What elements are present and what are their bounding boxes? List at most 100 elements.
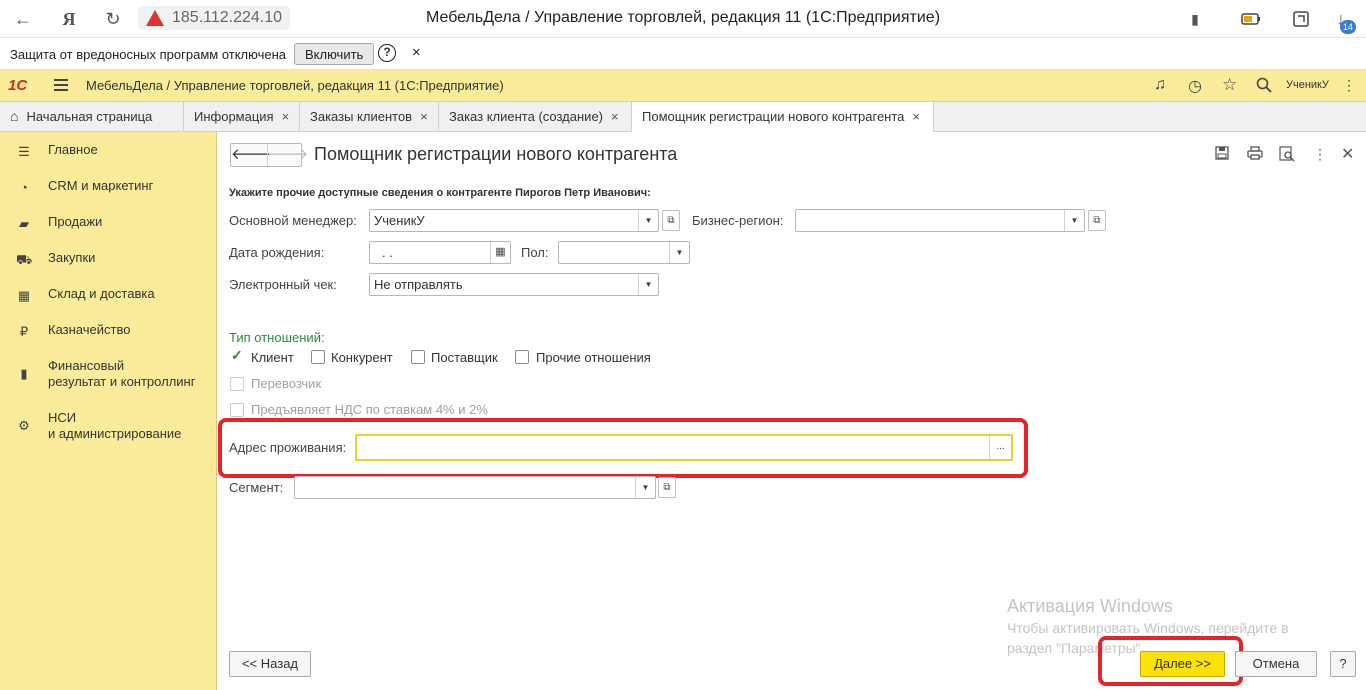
sidebar: ☰ Главное ◔ CRM и маркетинг ▰ Продажи ⛟ …: [0, 132, 217, 690]
region-field[interactable]: ▼: [795, 209, 1085, 232]
close-form-icon[interactable]: ✕: [1341, 144, 1354, 164]
form-area: 🡐 🡒 Помощник регистрации нового контраге…: [217, 132, 1366, 690]
bell-icon[interactable]: ♫: [1154, 76, 1166, 94]
carrier-label: Перевозчик: [251, 376, 322, 391]
tab-assistant[interactable]: Помощник регистрации нового контрагента ×: [632, 102, 934, 133]
supplier-checkbox[interactable]: [411, 350, 425, 364]
print-icon[interactable]: [1247, 146, 1263, 163]
bookmark-icon[interactable]: ▮: [1184, 8, 1206, 30]
birth-label: Дата рождения:: [229, 245, 325, 260]
highlight-box: [218, 418, 1028, 478]
client-checkbox[interactable]: ✓: [230, 347, 244, 364]
star-icon[interactable]: ☆: [1222, 75, 1237, 95]
help-button[interactable]: ?: [1330, 651, 1356, 677]
birth-date-field[interactable]: . . ▦: [369, 241, 511, 264]
search-icon[interactable]: [1256, 77, 1272, 96]
save-icon[interactable]: [1215, 146, 1229, 163]
menu-icon[interactable]: [54, 79, 68, 91]
close-icon[interactable]: ×: [420, 109, 428, 124]
tab-bar: ⌂ Начальная страница Информация × Заказы к…: [0, 102, 1366, 133]
other-checkbox[interactable]: [515, 350, 529, 364]
calendar-icon[interactable]: ▦: [490, 242, 510, 263]
open-icon[interactable]: ⧉: [1088, 210, 1106, 231]
gender-field[interactable]: ▼: [558, 241, 690, 264]
sidebar-item-main[interactable]: ☰ Главное: [0, 136, 217, 166]
cancel-button[interactable]: Отмена: [1235, 651, 1317, 677]
chevron-down-icon[interactable]: ▼: [638, 210, 658, 231]
1c-logo: 1С: [8, 77, 28, 94]
menu-lines-icon: ☰: [18, 144, 30, 159]
supplier-label: Поставщик: [431, 350, 498, 365]
chevron-down-icon[interactable]: ▼: [1064, 210, 1084, 231]
gender-label: Пол:: [521, 245, 549, 260]
back-button[interactable]: << Назад: [229, 651, 311, 677]
form-title: Помощник регистрации нового контрагента: [314, 144, 678, 164]
manager-field[interactable]: УченикУ ▼: [369, 209, 659, 232]
tab-info[interactable]: Информация ×: [184, 102, 300, 132]
segment-label: Сегмент:: [229, 480, 284, 495]
battery-icon[interactable]: [1240, 8, 1262, 30]
find-icon[interactable]: [1279, 146, 1295, 165]
region-label: Бизнес-регион:: [692, 213, 784, 228]
close-icon[interactable]: ×: [611, 109, 619, 124]
nav-buttons: 🡐 🡒: [230, 143, 308, 167]
relations-label: Тип отношений:: [229, 330, 325, 345]
close-icon[interactable]: ×: [282, 109, 290, 124]
activation-title: Активация Windows: [1007, 596, 1173, 616]
other-label: Прочие отношения: [536, 350, 651, 365]
receipt-label: Электронный чек:: [229, 277, 337, 292]
activation-line1: Чтобы активировать Windows, перейдите в: [1007, 620, 1289, 636]
sidebar-item-warehouse[interactable]: ▦ Склад и доставка: [0, 280, 217, 310]
nav-back-icon[interactable]: 🡐: [231, 144, 271, 166]
user-name[interactable]: УченикУ: [1286, 79, 1329, 91]
browser-title: МебельДела / Управление торговлей, редак…: [425, 9, 941, 26]
more-icon[interactable]: ⋮: [1313, 146, 1327, 163]
gear-icon: ⚙: [18, 418, 30, 433]
client-label: Клиент: [251, 350, 294, 365]
vat-label: Предъявляет НДС по ставкам 4% и 2%: [251, 402, 488, 417]
grid-icon: ▦: [17, 288, 31, 303]
open-icon[interactable]: ⧉: [662, 210, 680, 231]
security-notice: Защита от вредоносных программ отключена…: [0, 38, 1366, 70]
close-icon[interactable]: ×: [912, 109, 920, 124]
sidebar-item-admin[interactable]: ⚙ НСИ и администрирование: [0, 404, 217, 444]
chevron-down-icon[interactable]: ▼: [635, 477, 655, 498]
tab-order-create[interactable]: Заказ клиента (создание) ×: [439, 102, 632, 132]
more-icon[interactable]: ⋮: [1342, 77, 1356, 94]
sidebar-item-sales[interactable]: ▰ Продажи: [0, 208, 217, 238]
bag-icon: ▰: [19, 216, 29, 231]
vat-checkbox[interactable]: [230, 403, 244, 417]
pie-chart-icon: ◔: [20, 180, 28, 195]
form-header: Укажите прочие доступные сведения о конт…: [229, 187, 651, 199]
tab-home[interactable]: ⌂ Начальная страница: [0, 102, 184, 132]
close-notice-icon[interactable]: ×: [412, 44, 421, 61]
sidebar-item-finance[interactable]: ▮ Финансовый результат и контроллинг: [0, 352, 217, 392]
bar-chart-icon: ▮: [20, 366, 28, 381]
browser-toolbar: ← Я ↻ 185.112.224.10 МебельДела / Управл…: [0, 0, 1366, 38]
help-icon[interactable]: ?: [378, 44, 396, 62]
sidebar-item-crm[interactable]: ◔ CRM и маркетинг: [0, 172, 217, 202]
carrier-checkbox[interactable]: [230, 377, 244, 391]
highlight-box: [1098, 636, 1243, 686]
check-icon: ✓: [231, 347, 243, 363]
manager-label: Основной менеджер:: [229, 213, 357, 228]
app-title: МебельДела / Управление торговлей, редак…: [86, 78, 504, 93]
app-header: 1С МебельДела / Управление торговлей, ре…: [0, 70, 1366, 102]
cart-icon: ⛟: [16, 252, 33, 267]
competitor-label: Конкурент: [331, 350, 393, 365]
competitor-checkbox[interactable]: [311, 350, 325, 364]
nav-forward-icon[interactable]: 🡒: [267, 144, 308, 166]
sidebar-item-treasury[interactable]: ₽ Казначейство: [0, 316, 217, 346]
tab-orders[interactable]: Заказы клиентов ×: [300, 102, 439, 132]
receipt-field[interactable]: Не отправлять ▼: [369, 273, 659, 296]
segment-field[interactable]: ▼: [294, 476, 656, 499]
sidebar-item-purchases[interactable]: ⛟ Закупки: [0, 244, 217, 274]
enable-protection-button[interactable]: Включить: [294, 43, 375, 65]
chevron-down-icon[interactable]: ▼: [638, 274, 658, 295]
history-icon[interactable]: ◷: [1188, 76, 1202, 96]
ruble-icon: ₽: [19, 324, 29, 339]
chevron-down-icon[interactable]: ▼: [669, 242, 689, 263]
notice-text: Защита от вредоносных программ отключена: [10, 47, 287, 62]
open-icon[interactable]: ⧉: [658, 477, 676, 498]
extensions-icon[interactable]: [1290, 8, 1312, 30]
